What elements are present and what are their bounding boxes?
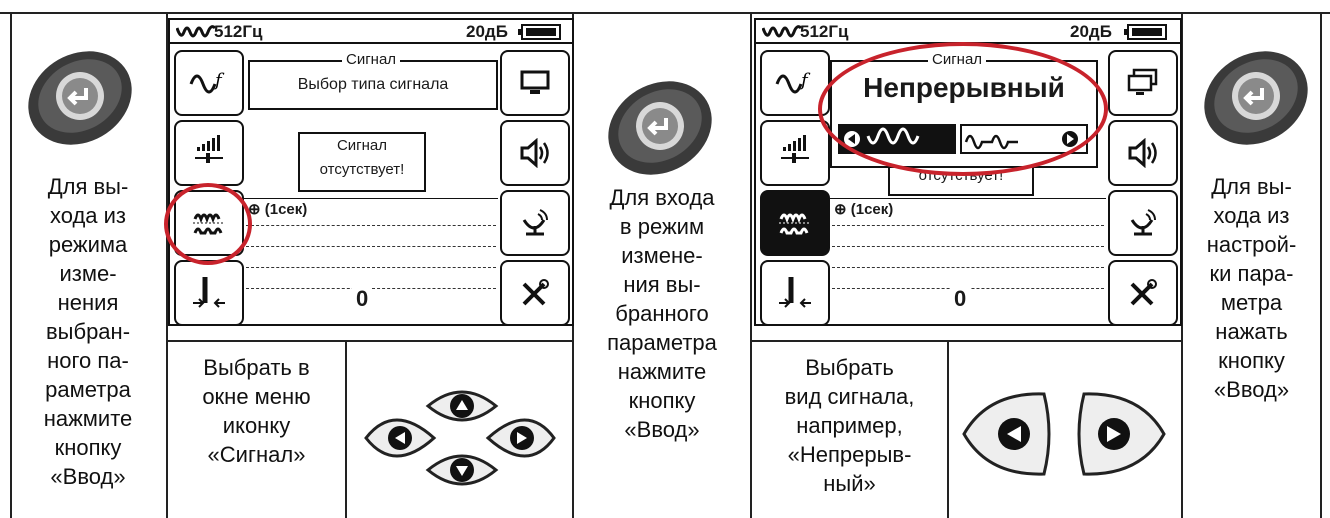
highlight-circle: [164, 183, 252, 265]
tab-settings[interactable]: [500, 260, 570, 324]
frequency-label: 512Гц: [800, 22, 849, 41]
value-readout: 0: [950, 286, 971, 312]
select-icon-instruction: Выбрать в окне меню иконку «Сигнал»: [202, 355, 311, 467]
svg-text:f: f: [799, 70, 811, 91]
alert-box: Сигнал отсутствует!: [298, 132, 426, 192]
tab-depth[interactable]: [760, 260, 830, 324]
choose-signal-instruction: Выбрать вид сигнала, например, «Непрерыв-ны…: [784, 355, 915, 496]
tab-depth[interactable]: [174, 260, 244, 324]
tab-frequency[interactable]: f: [174, 50, 244, 116]
status-bar: 512Гц 20дБ: [170, 20, 572, 44]
value-readout: 0: [352, 286, 373, 312]
tab-gain[interactable]: [174, 120, 244, 186]
battery-icon: [1124, 24, 1167, 40]
tab-display[interactable]: [500, 50, 570, 116]
enter-button-icon: [1204, 51, 1308, 145]
level-label: 20дБ: [466, 22, 508, 41]
enter-button-icon: [28, 51, 132, 145]
tab-signal[interactable]: [760, 190, 830, 256]
enter-button-icon: [608, 81, 712, 175]
svg-text:f: f: [213, 70, 225, 91]
tab-volume[interactable]: [1108, 120, 1178, 186]
popup-title: Сигнал: [342, 51, 401, 68]
tab-display[interactable]: [1108, 50, 1178, 116]
tab-settings[interactable]: [1108, 260, 1178, 324]
tab-volume[interactable]: [500, 120, 570, 186]
device-screen-1: 512Гц 20дБ f ⊕ (1сек) 0 Сигнал Выбор тип…: [168, 18, 574, 326]
exit-edit-instruction: Для вы-хода из режима изме-нения выбран-ног…: [43, 174, 133, 489]
tab-antenna[interactable]: [1108, 190, 1178, 256]
popup-text: Выбор типа сигнала: [297, 76, 449, 93]
frequency-label: 512Гц: [214, 22, 263, 41]
dpad-icon: [364, 390, 556, 486]
timer-label: ⊕ (1сек): [248, 201, 308, 218]
enter-edit-instruction: Для входа в режим измене-ния вы-бранного па…: [607, 185, 717, 442]
signal-popup: Сигнал Выбор типа сигнала: [248, 51, 498, 110]
timer-label: ⊕ (1сек): [834, 201, 894, 218]
highlight-ellipse: [818, 42, 1108, 176]
level-label: 20дБ: [1070, 22, 1112, 41]
wave-icon: [176, 25, 216, 38]
battery-icon: [518, 24, 561, 40]
exit-setting-instruction: Для вы-хода из настрой-ки пара-метра нажат…: [1206, 174, 1297, 402]
wave-icon: [762, 25, 802, 38]
tab-gain[interactable]: [760, 120, 830, 186]
status-bar: 512Гц 20дБ: [756, 20, 1180, 44]
left-right-arrows-icon: [962, 392, 1166, 476]
tab-antenna[interactable]: [500, 190, 570, 256]
